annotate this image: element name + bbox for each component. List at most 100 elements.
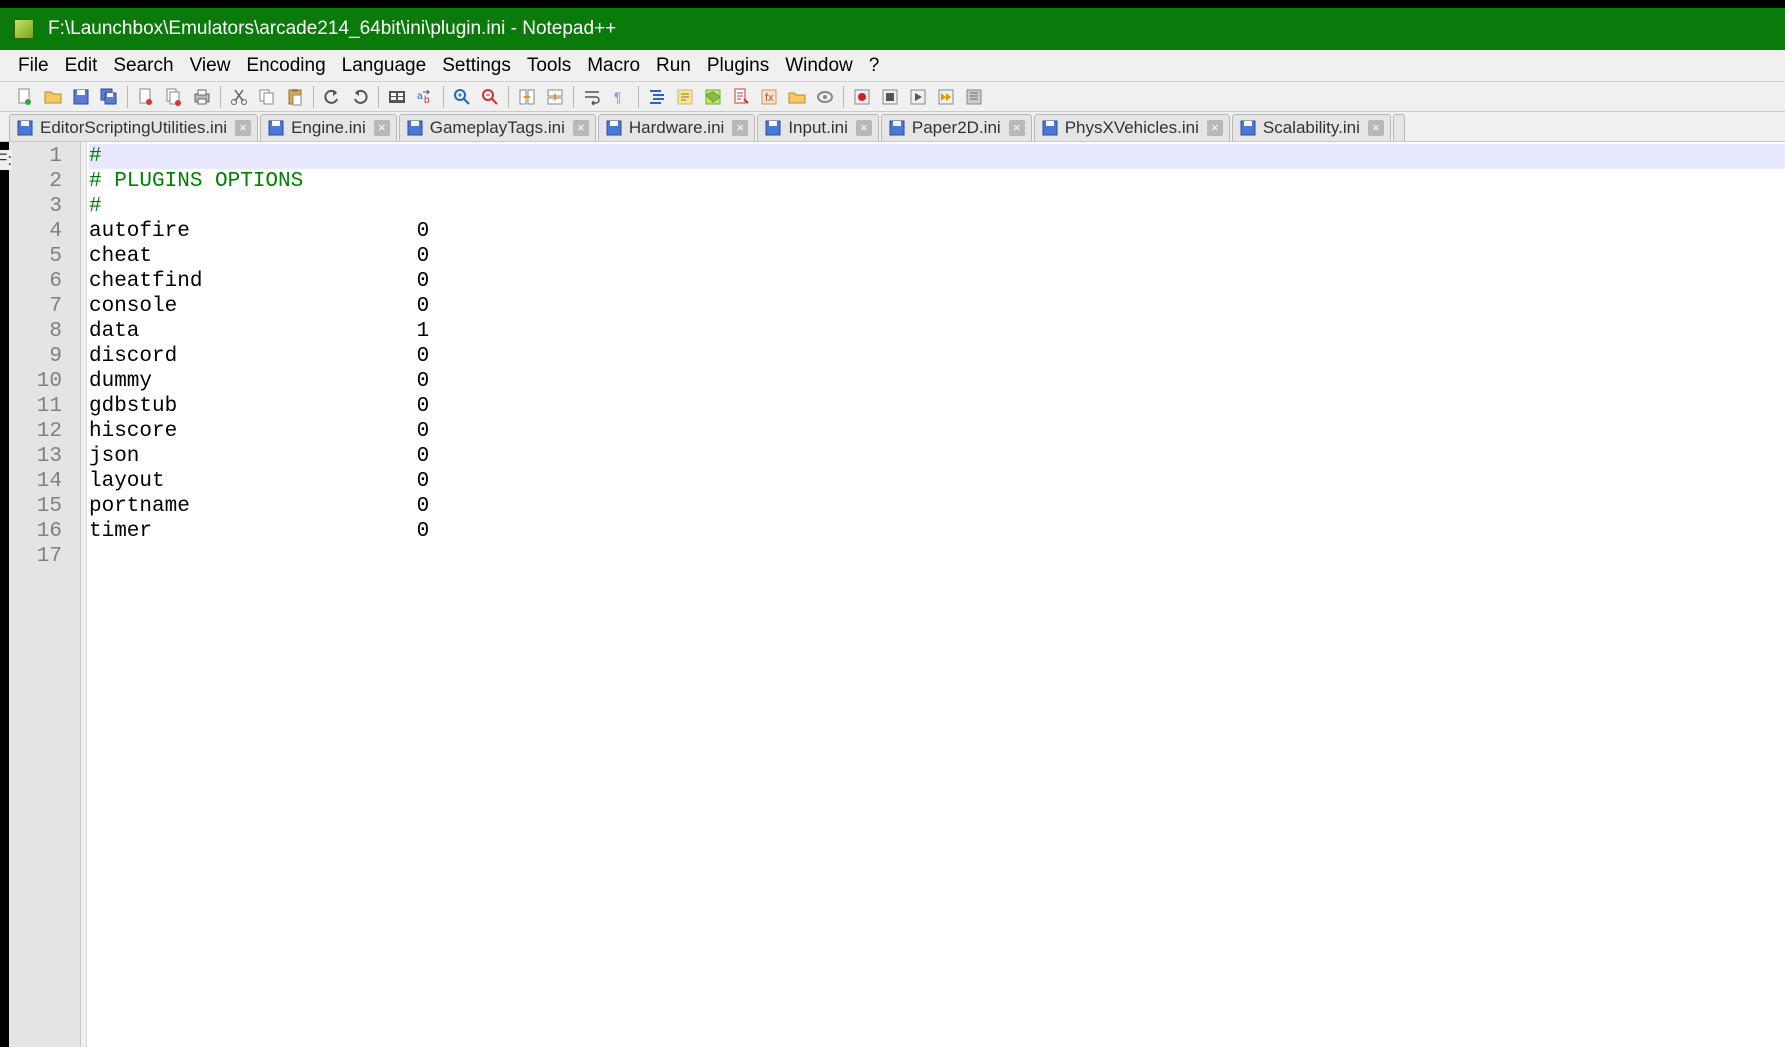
side-label: F: [0,150,12,170]
tab-label: Paper2D.ini [912,118,1001,138]
tab-paper2d-ini[interactable]: Paper2D.ini × [881,114,1032,141]
menu-run[interactable]: Run [648,53,699,79]
tab-label: EditorScriptingUtilities.ini [40,118,227,138]
code-line: dummy 0 [89,369,1785,394]
toolbar-sep [843,86,844,108]
stop-macro-icon[interactable] [877,85,903,109]
code-line: timer 0 [89,519,1785,544]
tab-gameplaytags-ini[interactable]: GameplayTags.ini × [399,114,596,141]
tab-close-icon[interactable]: × [732,120,748,136]
line-number: 10 [9,369,62,394]
menu-search[interactable]: Search [105,53,181,79]
line-number: 1 [9,144,62,169]
menubar: FileEditSearchViewEncodingLanguageSettin… [0,50,1785,82]
tab-close-icon[interactable]: × [1009,120,1025,136]
print-icon[interactable] [189,85,215,109]
paste-icon[interactable] [282,85,308,109]
text-editor-area[interactable]: ## PLUGINS OPTIONS#autofire 0cheat 0chea… [87,142,1785,1047]
toolbar-sep [378,86,379,108]
save-icon[interactable] [68,85,94,109]
wordwrap-icon[interactable] [579,85,605,109]
tab-input-ini[interactable]: Input.ini × [757,114,879,141]
menu-file[interactable]: File [10,53,57,79]
code-line: discord 0 [89,344,1785,369]
code-line: autofire 0 [89,219,1785,244]
redo-icon[interactable] [347,85,373,109]
close-all-icon[interactable] [161,85,187,109]
menu-view[interactable]: View [182,53,239,79]
sync-h-icon[interactable] [542,85,568,109]
doc-list-icon[interactable] [728,85,754,109]
menu-tools[interactable]: Tools [519,53,579,79]
tab-close-icon[interactable]: × [235,120,251,136]
code-line [89,544,1785,569]
tab-close-icon[interactable]: × [374,120,390,136]
find-icon[interactable] [384,85,410,109]
record-macro-icon[interactable] [849,85,875,109]
play-multi-macro-icon[interactable] [933,85,959,109]
file-saved-icon [888,119,906,137]
indent-guide-icon[interactable] [644,85,670,109]
tab-overflow[interactable] [1393,114,1405,141]
tab-hardware-ini[interactable]: Hardware.ini × [598,114,755,141]
titlebar[interactable]: F:\Launchbox\Emulators\arcade214_64bit\i… [0,8,1785,50]
menu-edit[interactable]: Edit [57,53,106,79]
code-line: cheatfind 0 [89,269,1785,294]
save-macro-icon[interactable] [961,85,987,109]
line-number: 9 [9,344,62,369]
replace-icon[interactable]: ab [412,85,438,109]
code-line: data 1 [89,319,1785,344]
menu-window[interactable]: Window [777,53,861,79]
close-icon[interactable] [133,85,159,109]
tab-close-icon[interactable]: × [573,120,589,136]
line-number: 6 [9,269,62,294]
tab-scalability-ini[interactable]: Scalability.ini × [1232,114,1391,141]
window-top-strip [0,0,1785,8]
doc-map-icon[interactable] [700,85,726,109]
play-macro-icon[interactable] [905,85,931,109]
line-number: 12 [9,419,62,444]
line-number: 5 [9,244,62,269]
cut-icon[interactable] [226,85,252,109]
code-line: console 0 [89,294,1785,319]
zoom-out-icon[interactable] [477,85,503,109]
udl-icon[interactable] [672,85,698,109]
zoom-in-icon[interactable] [449,85,475,109]
tab-label: Hardware.ini [629,118,724,138]
sync-v-icon[interactable] [514,85,540,109]
file-saved-icon [1041,119,1059,137]
tab-engine-ini[interactable]: Engine.ini× [260,114,397,141]
undo-icon[interactable] [319,85,345,109]
code-line: hiscore 0 [89,419,1785,444]
open-file-icon[interactable] [40,85,66,109]
menu-plugins[interactable]: Plugins [699,53,777,79]
folder-workspace-icon[interactable] [784,85,810,109]
menu-encoding[interactable]: Encoding [238,53,333,79]
monitor-icon[interactable] [812,85,838,109]
code-line: # [89,144,1785,169]
code-line: # [89,194,1785,219]
line-number: 13 [9,444,62,469]
line-number-gutter[interactable]: 1234567891011121314151617 [9,142,81,1047]
new-file-icon[interactable] [12,85,38,109]
menu-help[interactable]: ? [861,53,888,79]
tab-close-icon[interactable]: × [1368,120,1384,136]
tab-close-icon[interactable]: × [856,120,872,136]
tab-editorscriptingutilities-ini[interactable]: EditorScriptingUtilities.ini × [9,114,258,141]
tab-physxvehicles-ini[interactable]: PhysXVehicles.ini× [1034,114,1230,141]
tab-label: Input.ini [788,118,848,138]
code-line: # PLUGINS OPTIONS [89,169,1785,194]
menu-language[interactable]: Language [334,53,435,79]
menu-macro[interactable]: Macro [579,53,648,79]
tab-close-icon[interactable]: × [1207,120,1223,136]
tab-label: GameplayTags.ini [430,118,565,138]
code-line: gdbstub 0 [89,394,1785,419]
copy-icon[interactable] [254,85,280,109]
toolbar-sep [443,86,444,108]
show-all-chars-icon[interactable]: ¶ [607,85,633,109]
line-number: 16 [9,519,62,544]
tab-label: Scalability.ini [1263,118,1360,138]
function-list-icon[interactable]: fx [756,85,782,109]
menu-settings[interactable]: Settings [434,53,519,79]
save-all-icon[interactable] [96,85,122,109]
